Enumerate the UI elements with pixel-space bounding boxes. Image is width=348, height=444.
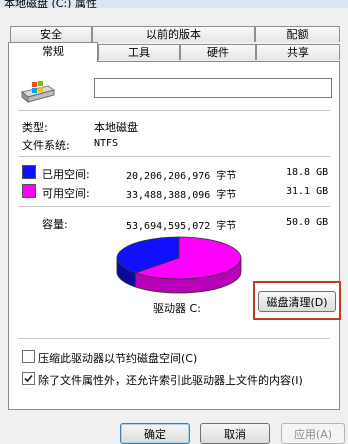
free-space-bytes: 33,488,388,096 字节	[126, 190, 237, 201]
capacity-bytes: 53,694,595,072 字节	[126, 221, 237, 232]
hard-drive-icon	[20, 81, 56, 104]
file-system-label: 文件系统:	[22, 139, 70, 152]
window-title: 本地磁盘 (C:) 属性	[4, 0, 97, 8]
capacity-size: 50.0 GB	[286, 217, 329, 228]
tab-quota[interactable]: 配额	[255, 26, 340, 42]
divider	[18, 110, 330, 111]
tab-previous-versions[interactable]: 以前的版本	[92, 26, 255, 42]
tab-security[interactable]: 安全	[10, 26, 92, 42]
type-label: 类型:	[22, 121, 48, 134]
compress-checkbox[interactable]	[22, 350, 35, 363]
used-space-bytes: 20,206,206,976 字节	[126, 171, 237, 182]
compress-label: 压缩此驱动器以节约磁盘空间(C)	[38, 352, 198, 365]
index-checkbox[interactable]	[22, 372, 35, 385]
tab-tools[interactable]: 工具	[98, 44, 180, 60]
divider	[18, 156, 330, 157]
used-space-swatch	[22, 165, 36, 179]
apply-button[interactable]: 应用(A)	[281, 423, 345, 444]
capacity-label: 容量:	[42, 218, 68, 231]
tab-hardware[interactable]: 硬件	[180, 44, 256, 60]
ok-button[interactable]: 确定	[120, 423, 190, 444]
cancel-button[interactable]: 取消	[200, 423, 270, 444]
index-label: 除了文件属性外，还允许索引此驱动器上文件的内容(I)	[38, 374, 303, 387]
type-value: 本地磁盘	[94, 121, 138, 134]
used-space-size: 18.8 GB	[286, 167, 329, 178]
file-system-value: NTFS	[94, 138, 119, 149]
free-space-size: 31.1 GB	[286, 186, 329, 197]
drive-name-input[interactable]	[95, 79, 331, 97]
cleanup-highlight-box	[253, 281, 341, 320]
disk-usage-pie-chart	[116, 236, 242, 294]
used-space-label: 已用空间:	[42, 168, 90, 181]
drive-letter-label: 驱动器 C:	[153, 302, 201, 315]
drive-name-field[interactable]	[94, 78, 332, 98]
divider	[18, 206, 330, 207]
free-space-swatch	[22, 184, 36, 198]
tab-general[interactable]: 常规	[8, 42, 98, 62]
tab-sharing[interactable]: 共享	[256, 44, 340, 60]
title-bar: 本地磁盘 (C:) 属性	[0, 0, 348, 8]
divider	[18, 338, 330, 339]
free-space-label: 可用空间:	[42, 187, 90, 200]
